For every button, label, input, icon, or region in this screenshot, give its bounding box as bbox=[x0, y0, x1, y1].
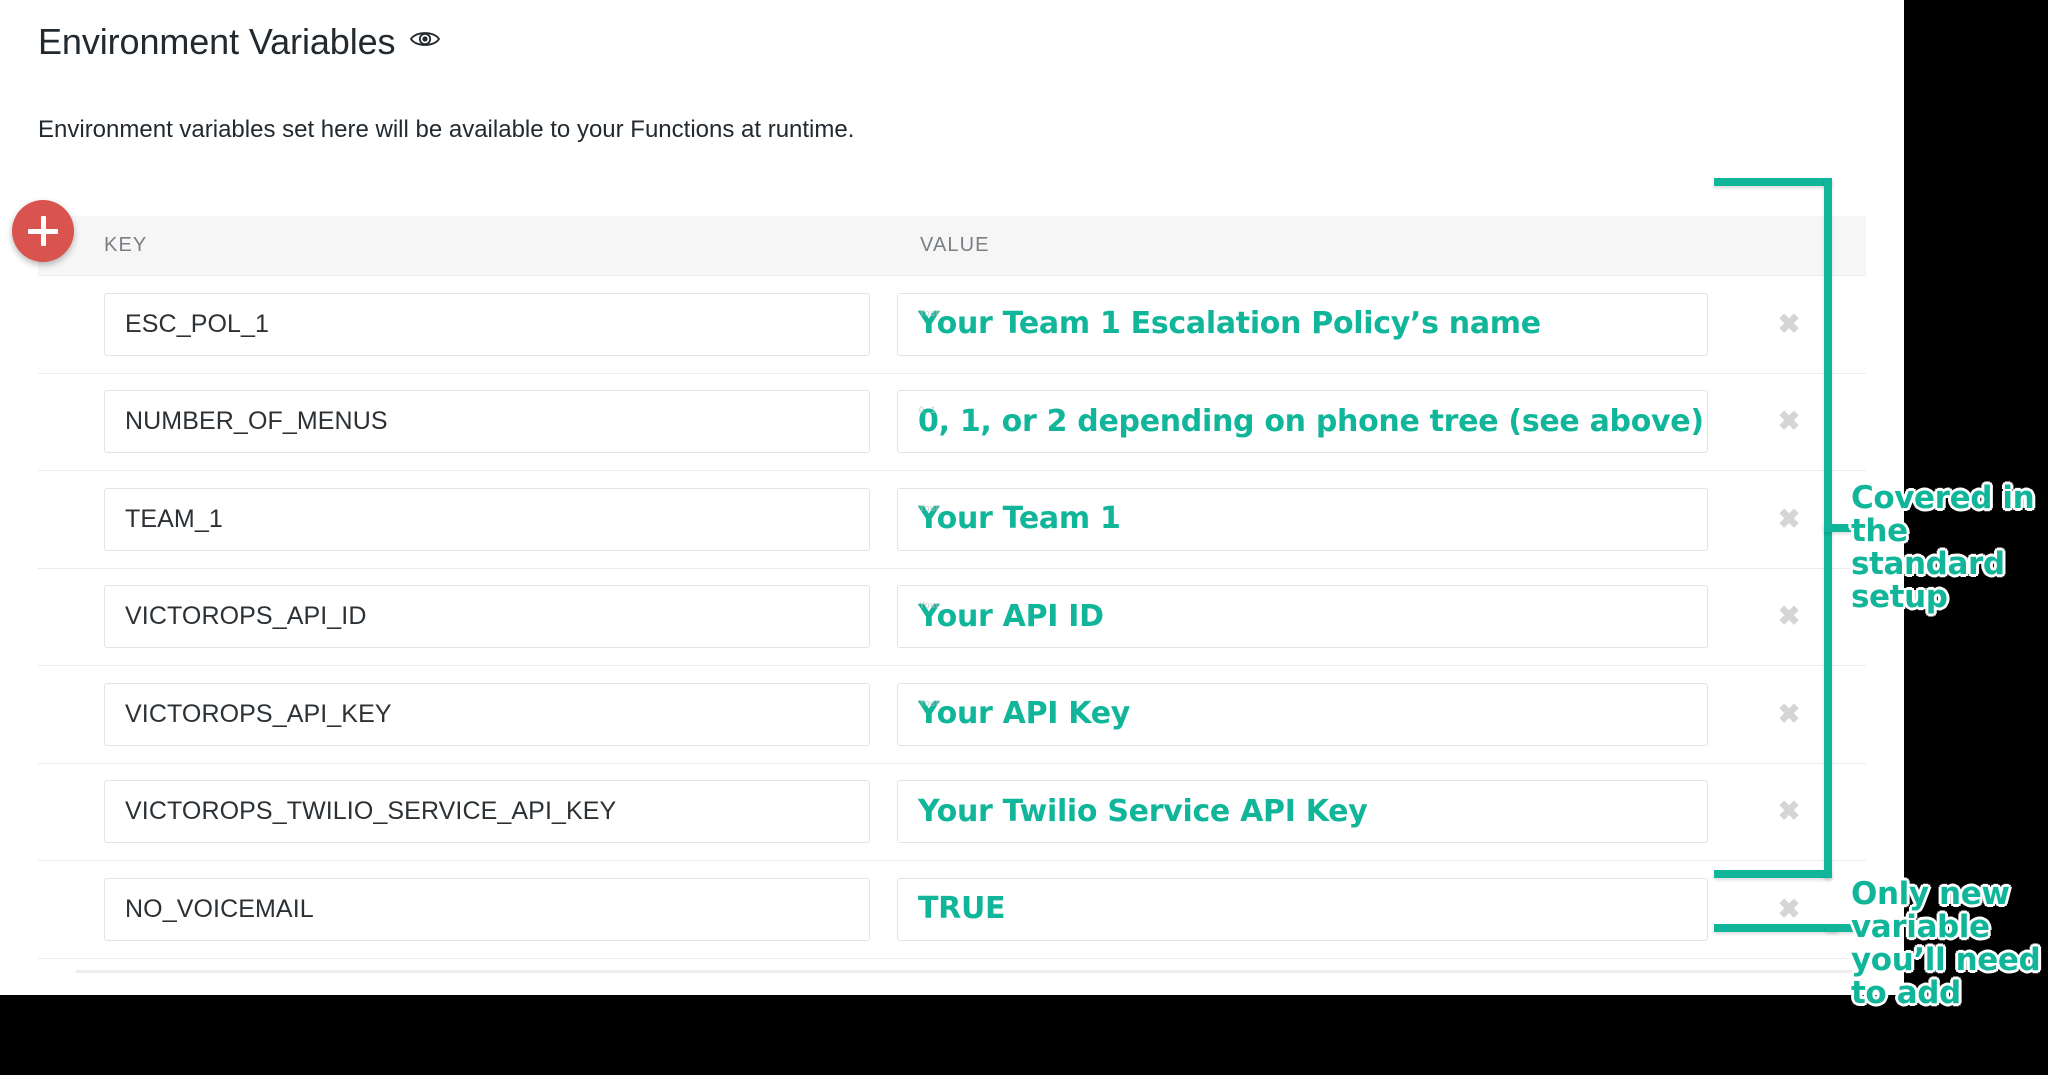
page-subtitle: Environment variables set here will be a… bbox=[38, 116, 855, 143]
environment-variables-table: KEY VALUE ESC_POL_1 Your Your Team 1 Escal… bbox=[38, 216, 1866, 959]
key-input[interactable]: VICTOROPS_TWILIO_SERVICE_API_KEY bbox=[104, 780, 870, 844]
value-input[interactable]: Your Twilio Service API Key bbox=[897, 780, 1708, 844]
bracket-top-segment bbox=[1714, 178, 1832, 186]
table-header-row: KEY VALUE bbox=[38, 216, 1866, 276]
table-row: VICTOROPS_API_KEY Your Your API Key ✖ bbox=[38, 666, 1866, 764]
masked-region-bottom bbox=[0, 995, 2048, 1075]
table-body: ESC_POL_1 Your Your Team 1 Escalation Poli… bbox=[38, 276, 1866, 959]
key-input[interactable]: VICTOROPS_API_ID bbox=[104, 585, 870, 649]
env-variables-page: Environment Variables Environment variab… bbox=[0, 0, 2048, 1075]
value-annotation-text: TRUE bbox=[918, 891, 1006, 927]
column-header-key: KEY bbox=[104, 234, 148, 256]
table-row: NO_VOICEMAIL TRUE ✖ bbox=[38, 861, 1866, 959]
add-variable-button[interactable] bbox=[12, 200, 74, 262]
bracket-bottom-segment bbox=[1714, 870, 1832, 878]
column-header-value: VALUE bbox=[920, 234, 990, 256]
value-input[interactable]: 0, 1 0, 1, or 2 depending on phone tree (… bbox=[897, 390, 1708, 454]
table-footer-divider bbox=[76, 970, 1866, 973]
value-annotation-text: Your API ID bbox=[918, 598, 1104, 634]
value-input[interactable]: Your Your Team 1 Escalation Policy’s name bbox=[897, 292, 1708, 356]
page-title: Environment Variables bbox=[38, 21, 396, 62]
page-title-group: Environment Variables bbox=[38, 22, 441, 62]
table-row: TEAM_1 Your Your Team 1 ✖ bbox=[38, 471, 1866, 569]
table-row: ESC_POL_1 Your Your Team 1 Escalation Poli… bbox=[38, 276, 1866, 374]
value-input[interactable]: Your Your Team 1 bbox=[897, 487, 1708, 551]
value-annotation-text: Your API Key bbox=[918, 696, 1131, 732]
key-input[interactable]: NUMBER_OF_MENUS bbox=[104, 390, 870, 454]
table-row: NUMBER_OF_MENUS 0, 1 0, 1, or 2 depending … bbox=[38, 374, 1866, 471]
delete-row-icon[interactable]: ✖ bbox=[1775, 895, 1803, 923]
bracket-underline-segment bbox=[1714, 924, 1838, 932]
key-input[interactable]: TEAM_1 bbox=[104, 487, 870, 551]
annotation-only-new-variable: Only new variable you’ll need to add bbox=[1851, 876, 2041, 1012]
bracket-new-variable-row bbox=[1714, 924, 1874, 934]
eye-icon[interactable] bbox=[409, 28, 441, 55]
value-input[interactable]: Your Your API Key bbox=[897, 682, 1708, 746]
annotation-covered-in-standard-setup: Covered in the standard setup bbox=[1851, 480, 2035, 616]
value-input[interactable]: TRUE bbox=[897, 877, 1708, 941]
value-annotation-text: Your Team 1 bbox=[918, 501, 1121, 537]
table-row: VICTOROPS_TWILIO_SERVICE_API_KEY Your Twi… bbox=[38, 764, 1866, 861]
key-input[interactable]: NO_VOICEMAIL bbox=[104, 877, 870, 941]
key-input[interactable]: VICTOROPS_API_KEY bbox=[104, 682, 870, 746]
plus-icon-vertical bbox=[40, 216, 46, 246]
value-annotation-text: Your Team 1 Escalation Policy’s name bbox=[918, 306, 1541, 342]
key-input[interactable]: ESC_POL_1 bbox=[104, 292, 870, 356]
value-annotation-text: Your Twilio Service API Key bbox=[918, 793, 1368, 829]
value-input[interactable]: Your Your API ID bbox=[897, 585, 1708, 649]
value-annotation-text: 0, 1, or 2 depending on phone tree (see … bbox=[918, 403, 1704, 439]
bracket-covered-rows bbox=[1714, 178, 1858, 878]
table-row: VICTOROPS_API_ID Your Your API ID ✖ bbox=[38, 569, 1866, 666]
